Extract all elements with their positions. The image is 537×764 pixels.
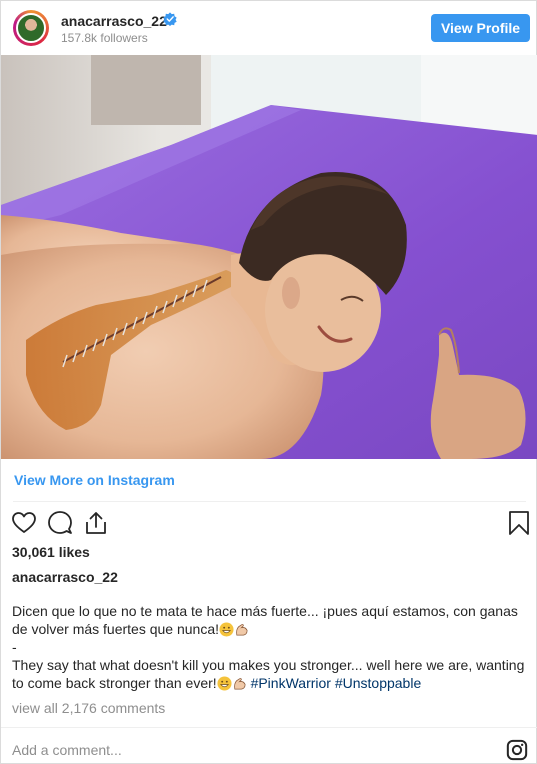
avatar[interactable] bbox=[13, 10, 49, 46]
caption-username[interactable]: anacarrasco_22 bbox=[12, 569, 118, 585]
hashtag-pinkwarrior[interactable]: #PinkWarrior bbox=[251, 675, 331, 691]
divider bbox=[13, 501, 526, 502]
post-image bbox=[1, 55, 537, 459]
caption-spanish: Dicen que lo que no te mata te hace más … bbox=[12, 602, 532, 638]
username[interactable]: anacarrasco_22 bbox=[61, 13, 167, 29]
grinning-emoji-icon bbox=[217, 676, 232, 691]
caption: Dicen que lo que no te mata te hace más … bbox=[12, 602, 532, 692]
caption-english: They say that what doesn't kill you make… bbox=[12, 656, 532, 692]
post-header: anacarrasco_22 157.8k followers View Pro… bbox=[1, 1, 537, 55]
caption-separator: - bbox=[12, 639, 17, 655]
add-comment-input[interactable]: Add a comment... bbox=[12, 742, 122, 758]
follower-count: 157.8k followers bbox=[61, 31, 148, 45]
like-count[interactable]: 30,061 likes bbox=[12, 544, 90, 560]
flexed-biceps-emoji-icon bbox=[236, 624, 248, 636]
view-all-comments-link[interactable]: view all 2,176 comments bbox=[12, 700, 165, 716]
grinning-emoji-icon bbox=[219, 622, 234, 637]
hashtag-unstoppable[interactable]: #Unstoppable bbox=[335, 675, 421, 691]
caption-es-text: Dicen que lo que no te mata te hace más … bbox=[12, 603, 518, 637]
share-icon[interactable] bbox=[83, 510, 109, 536]
verified-badge-icon bbox=[163, 12, 177, 26]
avatar-photo bbox=[16, 13, 46, 43]
post-photo[interactable] bbox=[1, 55, 537, 459]
comment-icon[interactable] bbox=[47, 510, 73, 536]
instagram-embed: anacarrasco_22 157.8k followers View Pro… bbox=[0, 0, 537, 764]
view-profile-button[interactable]: View Profile bbox=[431, 14, 530, 42]
instagram-icon[interactable] bbox=[506, 739, 528, 761]
flexed-biceps-emoji-icon bbox=[233, 678, 246, 690]
heart-icon[interactable] bbox=[11, 510, 37, 536]
comment-bar: Add a comment... bbox=[1, 727, 537, 764]
view-more-link[interactable]: View More on Instagram bbox=[14, 472, 175, 488]
bookmark-icon[interactable] bbox=[506, 510, 532, 536]
